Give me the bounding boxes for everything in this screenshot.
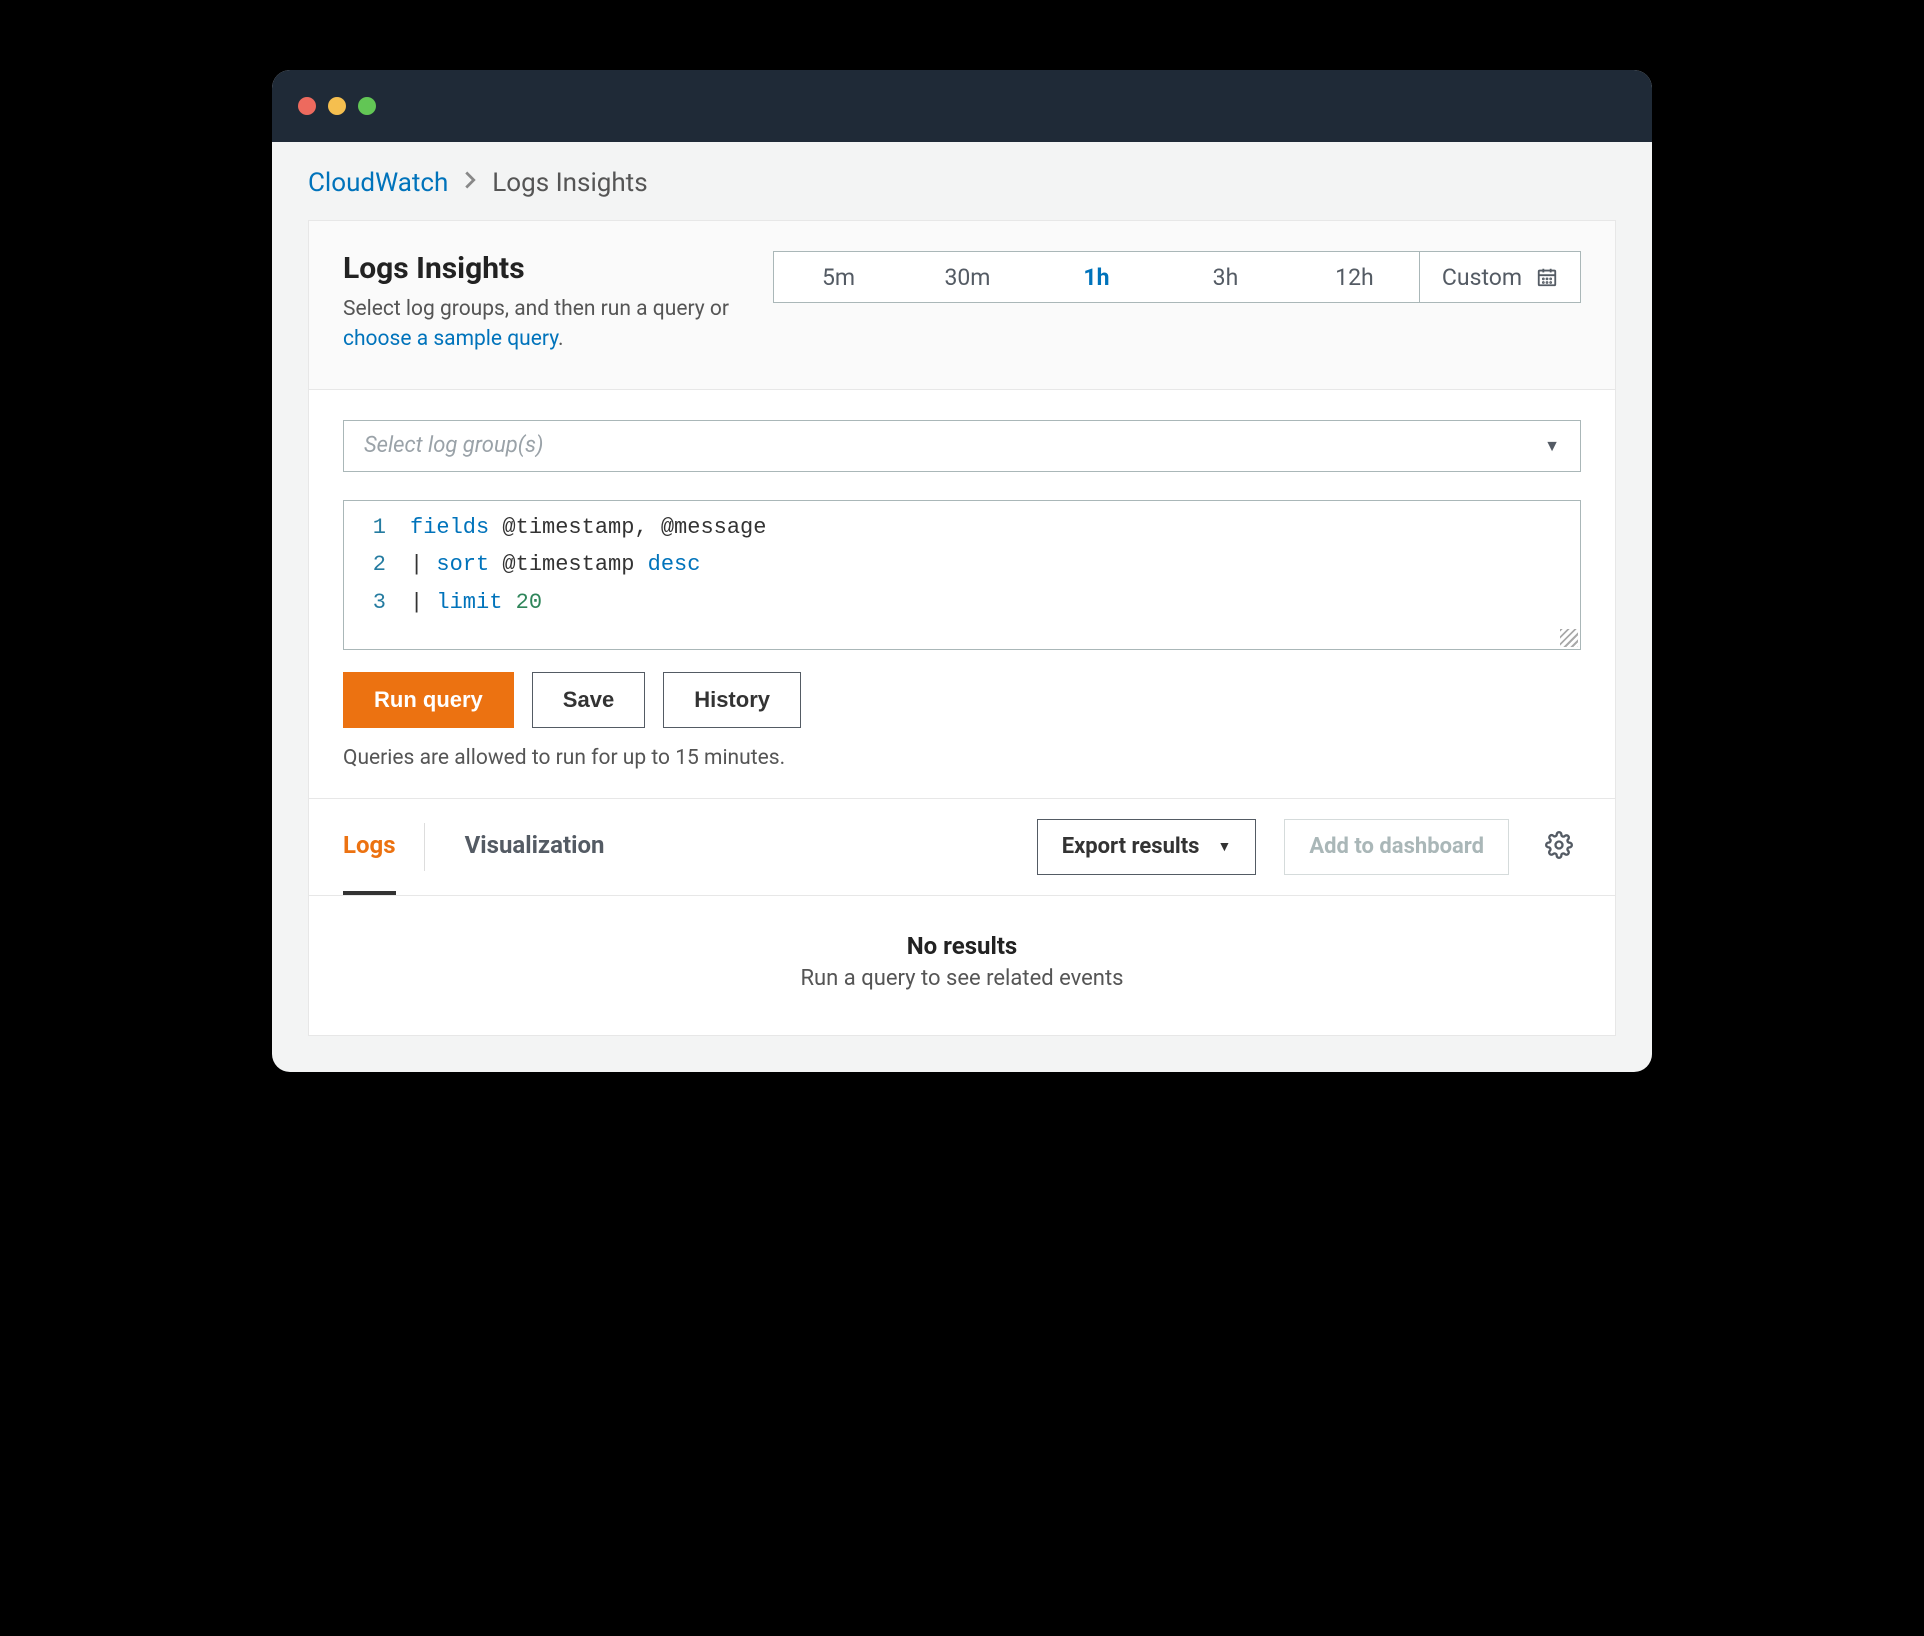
export-label: Export results: [1062, 834, 1200, 859]
select-placeholder: Select log group(s): [364, 433, 543, 458]
chevron-right-icon: [462, 170, 478, 196]
time-option-5m[interactable]: 5m: [774, 252, 903, 302]
save-button[interactable]: Save: [532, 672, 645, 728]
subtitle-text: Select log groups, and then run a query …: [343, 297, 729, 321]
query-hint: Queries are allowed to run for up to 15 …: [343, 746, 1581, 770]
add-to-dashboard-button[interactable]: Add to dashboard: [1284, 819, 1509, 875]
titlebar: [272, 70, 1652, 142]
time-range-picker: 5m 30m 1h 3h 12h Custom: [773, 251, 1581, 303]
add-dash-label: Add to dashboard: [1309, 834, 1484, 859]
no-results-subtitle: Run a query to see related events: [309, 966, 1615, 991]
history-button[interactable]: History: [663, 672, 801, 728]
query-area: Select log group(s) ▼ 123 fields @timest…: [309, 390, 1615, 799]
sample-query-link[interactable]: choose a sample query: [343, 327, 558, 351]
gear-icon: [1545, 831, 1573, 863]
query-editor[interactable]: 123 fields @timestamp, @message| sort @t…: [343, 500, 1581, 650]
calendar-icon: [1536, 266, 1558, 288]
page-subtitle: Select log groups, and then run a query …: [343, 294, 743, 355]
tab-visualization[interactable]: Visualization: [465, 799, 605, 895]
resize-handle[interactable]: [1560, 629, 1578, 647]
time-option-custom[interactable]: Custom: [1419, 252, 1580, 302]
chevron-down-icon: ▼: [1544, 436, 1560, 456]
minimize-window-button[interactable]: [328, 97, 346, 115]
caret-down-icon: ▼: [1217, 838, 1231, 855]
editor-code[interactable]: fields @timestamp, @message| sort @times…: [400, 501, 776, 649]
time-option-1h[interactable]: 1h: [1032, 252, 1161, 302]
maximize-window-button[interactable]: [358, 97, 376, 115]
result-tabs: Logs Visualization: [343, 799, 604, 895]
button-row: Run query Save History: [343, 672, 1581, 728]
breadcrumb-current: Logs Insights: [492, 168, 647, 198]
results-empty-state: No results Run a query to see related ev…: [309, 895, 1615, 1035]
time-option-30m[interactable]: 30m: [903, 252, 1032, 302]
time-option-3h[interactable]: 3h: [1161, 252, 1290, 302]
no-results-title: No results: [309, 932, 1615, 960]
settings-button[interactable]: [1537, 825, 1581, 869]
app-window: CloudWatch Logs Insights Logs Insights S…: [272, 70, 1652, 1072]
log-group-select[interactable]: Select log group(s) ▼: [343, 420, 1581, 472]
main-panel: Logs Insights Select log groups, and the…: [308, 220, 1616, 1036]
tab-logs[interactable]: Logs: [343, 799, 396, 895]
editor-gutter: 123: [344, 501, 400, 649]
time-option-12h[interactable]: 12h: [1290, 252, 1419, 302]
custom-label: Custom: [1442, 264, 1522, 291]
breadcrumb: CloudWatch Logs Insights: [272, 142, 1652, 220]
breadcrumb-root-link[interactable]: CloudWatch: [308, 168, 448, 198]
run-query-button[interactable]: Run query: [343, 672, 514, 728]
export-results-button[interactable]: Export results ▼: [1037, 819, 1257, 875]
header-row: Logs Insights Select log groups, and the…: [309, 221, 1615, 390]
tab-divider: [424, 823, 425, 871]
results-toolbar: Logs Visualization Export results ▼ Add …: [309, 799, 1615, 895]
close-window-button[interactable]: [298, 97, 316, 115]
subtitle-period: .: [558, 327, 564, 351]
page-title: Logs Insights: [343, 251, 743, 286]
